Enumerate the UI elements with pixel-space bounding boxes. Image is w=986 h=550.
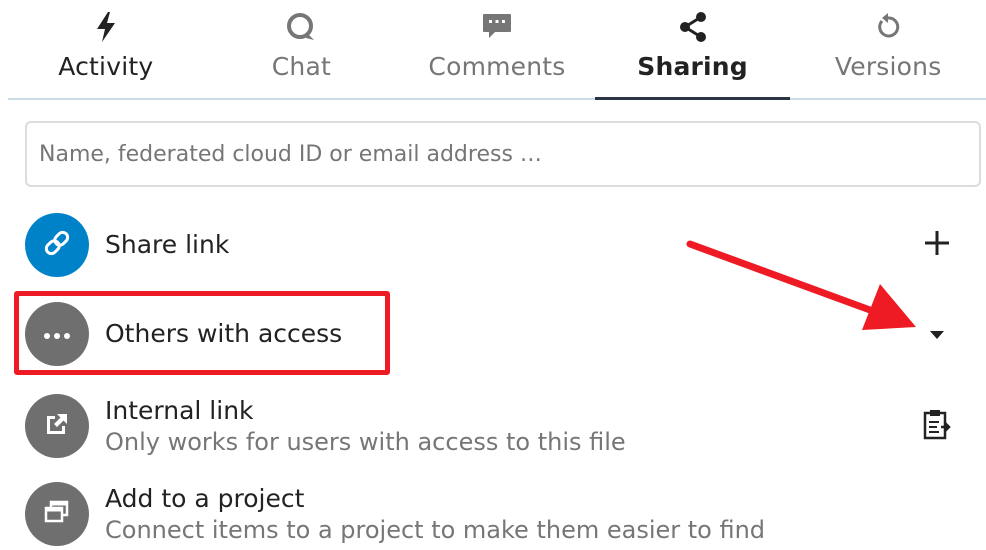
internal-link-title: Internal link [105,396,254,425]
caret-down-icon [928,325,946,344]
annotation-highlight-box [14,291,390,375]
tab-sharing[interactable]: Sharing [594,0,791,100]
share-link-row[interactable]: Share link [25,211,981,279]
sidebar-tabs: Activity Chat Comments Sharing Versions [8,0,986,100]
plus-icon [924,230,950,260]
internal-link-subtitle: Only works for users with access to this… [105,428,626,456]
add-to-project-text: Add to a project Connect items to a proj… [105,483,765,545]
tab-label: Versions [834,52,942,81]
clipboard-icon [922,408,952,444]
add-to-project-avatar [25,482,89,546]
add-to-project-row[interactable]: Add to a project Connect items to a proj… [25,480,981,548]
expand-others-with-access-button[interactable] [917,314,957,354]
project-windows-icon [43,499,71,529]
external-link-icon [43,410,71,442]
share-link-avatar [25,213,89,277]
add-to-project-subtitle: Connect items to a project to make them … [105,516,766,544]
history-icon [871,10,905,44]
sharing-sidebar: Activity Chat Comments Sharing Versions … [0,0,986,550]
share-link-title: Share link [105,230,230,259]
tab-label: Activity [58,52,154,81]
tab-label: Comments [428,52,566,81]
tab-versions[interactable]: Versions [790,0,986,98]
link-icon [41,227,73,263]
tab-label: Sharing [637,52,748,81]
share-link-text: Share link [105,229,229,261]
internal-link-avatar [25,394,89,458]
tab-activity[interactable]: Activity [8,0,204,98]
add-share-link-button[interactable] [917,225,957,265]
lightning-icon [89,10,123,44]
tab-comments[interactable]: Comments [399,0,595,98]
copy-internal-link-button[interactable] [917,406,957,446]
tab-chat[interactable]: Chat [204,0,400,98]
internal-link-text: Internal link Only works for users with … [105,395,626,457]
share-search-input[interactable] [25,121,981,187]
tab-label: Chat [271,52,331,81]
chat-bubble-icon [284,10,318,44]
comment-icon [480,10,514,44]
share-icon [676,10,710,44]
internal-link-row[interactable]: Internal link Only works for users with … [25,392,981,460]
add-to-project-title: Add to a project [105,484,305,513]
